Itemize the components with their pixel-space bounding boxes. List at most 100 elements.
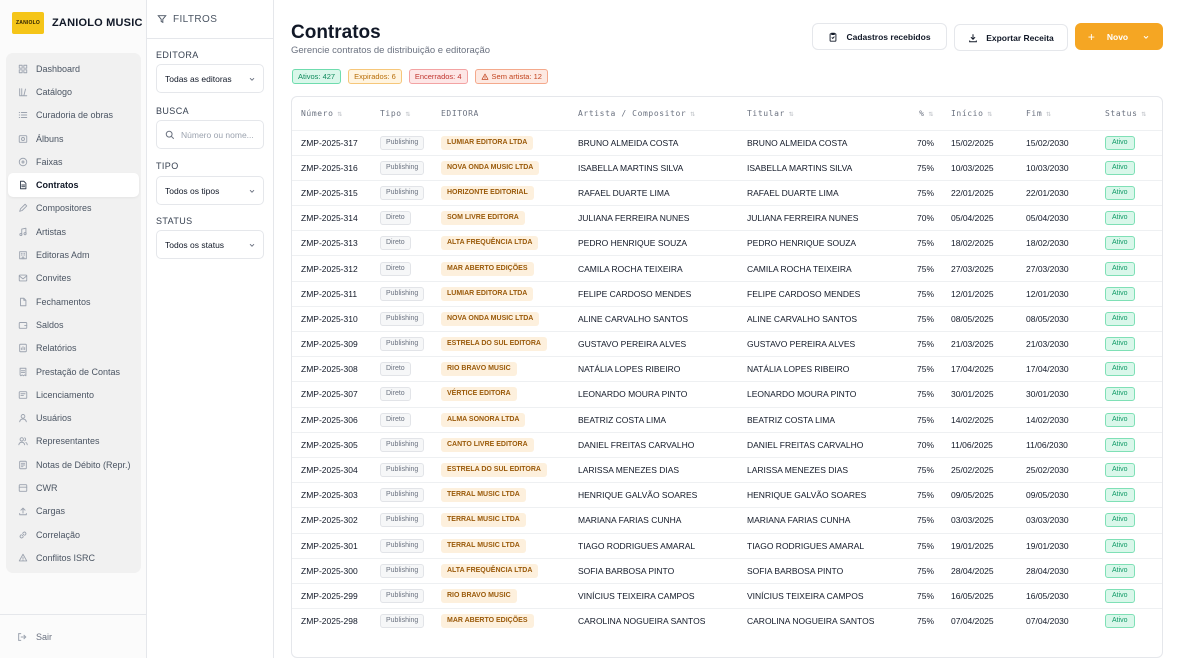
table-body: ZMP-2025-317 Publishing LUMIAR EDITORA LTD… <box>292 129 1162 634</box>
status-badge[interactable]: Sem artista: 12 <box>474 69 548 84</box>
cell-percentage: 75% <box>897 456 942 483</box>
exportar-receita-button[interactable]: Exportar Receita <box>954 24 1068 51</box>
sidebar-item-convites[interactable]: Convites <box>8 267 139 290</box>
cell-artist-composer: VINÍCIUS TEIXEIRA CAMPOS <box>569 582 738 609</box>
cell-text: 70% <box>916 213 934 224</box>
column-header-label: EDITORA <box>441 108 479 118</box>
cell-end-date: 21/03/2030 <box>1017 330 1096 357</box>
sidebar-item-usuarios[interactable]: Usuários <box>8 406 139 429</box>
status-badge: Ativo <box>1105 337 1135 352</box>
column-header-label: Artista / Compositor <box>578 108 687 118</box>
sidebar-item-label: Representantes <box>36 436 100 447</box>
logout-button[interactable]: Sair <box>0 614 146 658</box>
cell-contract-type: Publishing <box>371 532 432 559</box>
table-row[interactable]: ZMP-2025-311 Publishing LUMIAR EDITORA LTD… <box>292 280 1162 307</box>
table-row[interactable]: ZMP-2025-298 Publishing MAR ABERTO EDIÇÕES… <box>292 608 1162 634</box>
table-row[interactable]: ZMP-2025-307 Direto VÉRTICE EDITORA LEONARD… <box>292 381 1162 408</box>
table-row[interactable]: ZMP-2025-305 Publishing CANTO LIVRE EDITOR… <box>292 431 1162 458</box>
sort-icon: ⇅ <box>337 108 343 118</box>
sidebar-item-compositores[interactable]: Compositores <box>8 197 139 220</box>
status-select[interactable]: Todos os status <box>156 230 264 259</box>
table-row[interactable]: ZMP-2025-313 Direto ALTA FREQUÊNCIA LTDA PE… <box>292 230 1162 256</box>
publisher-tag: ALMA SONORA LTDA <box>441 412 526 427</box>
logout-icon <box>16 631 27 642</box>
cell-contract-number: ZMP-2025-299 <box>292 582 371 609</box>
column-header[interactable]: Tipo ⇅ <box>371 97 432 130</box>
table-row[interactable]: ZMP-2025-309 Publishing ESTRELA DO SUL EDI… <box>292 330 1162 357</box>
status-badge[interactable]: Ativos: 427 <box>292 69 342 84</box>
status-badge: Ativo <box>1105 236 1135 251</box>
sidebar-item-licenciamento[interactable]: Licenciamento <box>8 383 139 406</box>
column-header[interactable]: Status ⇅ <box>1096 97 1162 130</box>
sidebar-item-faixas[interactable]: Faixas <box>8 150 139 173</box>
table-row[interactable]: ZMP-2025-300 Publishing ALTA FREQUÊNCIA LT… <box>292 557 1162 584</box>
cell-text: 08/05/2030 <box>1026 313 1069 324</box>
cell-text: GUSTAVO PEREIRA ALVES <box>747 339 856 350</box>
cell-contract-type: Publishing <box>371 330 432 357</box>
table-row[interactable]: ZMP-2025-299 Publishing RIO BRAVO MUSIC VIN… <box>292 582 1162 609</box>
sidebar-item-contratos[interactable]: Contratos <box>8 173 139 197</box>
table-row[interactable]: ZMP-2025-304 Publishing ESTRELA DO SUL EDI… <box>292 456 1162 483</box>
cell-text: 75% <box>916 540 934 551</box>
sidebar-item-artistas[interactable]: Artistas <box>8 220 139 243</box>
cell-text: 11/06/2025 <box>951 439 993 450</box>
sort-icon: ⇅ <box>1141 108 1147 118</box>
cell-start-date: 16/05/2025 <box>942 582 1017 609</box>
sidebar-item-dashboard[interactable]: Dashboard <box>8 57 139 80</box>
table-row[interactable]: ZMP-2025-314 Direto SOM LIVRE EDITORA JULIA… <box>292 205 1162 231</box>
status-badge[interactable]: Expirados: 6 <box>348 69 402 84</box>
editora-select[interactable]: Todas as editoras <box>156 64 264 93</box>
cell-text: 75% <box>916 590 934 601</box>
column-header[interactable]: % ⇅ <box>897 97 942 130</box>
search-input[interactable] <box>181 129 261 140</box>
table-row[interactable]: ZMP-2025-310 Publishing NOVA ONDA MUSIC LT… <box>292 305 1162 332</box>
sidebar-item-conflitos-isrc[interactable]: Conflitos ISRC <box>8 546 139 569</box>
sidebar-item-label: Álbuns <box>36 133 64 144</box>
table-row[interactable]: ZMP-2025-312 Direto MAR ABERTO EDIÇÕES CAMI… <box>292 255 1162 282</box>
sidebar-item-prestacao-de-contas[interactable]: Prestação de Contas <box>8 360 139 383</box>
cell-status: Ativo <box>1096 205 1162 231</box>
column-header[interactable]: EDITORA <box>432 97 569 130</box>
cell-rights-holder: NATÁLIA LOPES RIBEIRO <box>738 356 897 382</box>
table-row[interactable]: ZMP-2025-308 Direto RIO BRAVO MUSIC NATÁLIA… <box>292 356 1162 382</box>
sidebar-item-catalogo[interactable]: Catálogo <box>8 80 139 103</box>
cell-text: 12/01/2030 <box>1026 288 1069 299</box>
table-row[interactable]: ZMP-2025-302 Publishing TERRAL MUSIC LTDA M… <box>292 507 1162 533</box>
sidebar-item-cwr[interactable]: CWR <box>8 476 139 499</box>
column-header[interactable]: Número ⇅ <box>292 97 371 130</box>
sidebar-item-albuns[interactable]: Álbuns <box>8 127 139 150</box>
table-row[interactable]: ZMP-2025-306 Direto ALMA SONORA LTDA BEATRI… <box>292 406 1162 433</box>
cell-contract-type: Direto <box>371 230 432 256</box>
cell-end-date: 14/02/2030 <box>1017 406 1096 433</box>
publisher-tag: MAR ABERTO EDIÇÕES <box>441 261 534 276</box>
cell-start-date: 05/04/2025 <box>942 205 1017 231</box>
table-row[interactable]: ZMP-2025-303 Publishing TERRAL MUSIC LTDA H… <box>292 482 1162 508</box>
column-header[interactable]: Fim ⇅ <box>1017 97 1096 130</box>
sidebar-item-representantes[interactable]: Representantes <box>8 430 139 453</box>
sidebar-item-cargas[interactable]: Cargas <box>8 500 139 523</box>
cell-percentage: 75% <box>897 608 942 634</box>
column-header[interactable]: Início ⇅ <box>942 97 1017 130</box>
sidebar-item-curadoria-de-obras[interactable]: Curadoria de obras <box>8 104 139 127</box>
sidebar-item-notas-de-debito-repr[interactable]: Notas de Débito (Repr.) <box>8 453 139 476</box>
sidebar-item-fechamentos[interactable]: Fechamentos <box>8 290 139 313</box>
novo-button[interactable]: + Novo <box>1075 23 1163 50</box>
column-header[interactable]: Titular ⇅ <box>738 97 897 130</box>
sidebar-item-editoras-adm[interactable]: Editoras Adm <box>8 243 139 266</box>
table-row[interactable]: ZMP-2025-301 Publishing TERRAL MUSIC LTDA T… <box>292 532 1162 559</box>
sidebar-item-correlacao[interactable]: Correlação <box>8 523 139 546</box>
column-header[interactable]: Artista / Compositor ⇅ <box>569 97 738 130</box>
cell-contract-type: Direto <box>371 255 432 282</box>
sidebar-item-relatorios[interactable]: Relatórios <box>8 337 139 360</box>
cadastros-recebidos-button[interactable]: Cadastros recebidos <box>812 23 947 50</box>
search-field[interactable] <box>156 120 264 149</box>
table-row[interactable]: ZMP-2025-315 Publishing HORIZONTE EDITORIA… <box>292 179 1162 206</box>
tipo-select[interactable]: Todos os tipos <box>156 176 264 205</box>
table-row[interactable]: ZMP-2025-317 Publishing LUMIAR EDITORA LTD… <box>292 129 1162 156</box>
sidebar-item-label: Licenciamento <box>36 389 95 400</box>
sidebar-item-saldos[interactable]: Saldos <box>8 313 139 336</box>
table-row[interactable]: ZMP-2025-316 Publishing NOVA ONDA MUSIC LT… <box>292 154 1162 181</box>
cell-status: Ativo <box>1096 129 1162 156</box>
status-badge[interactable]: Encerrados: 4 <box>408 69 468 84</box>
cell-publisher: TERRAL MUSIC LTDA <box>432 507 569 533</box>
